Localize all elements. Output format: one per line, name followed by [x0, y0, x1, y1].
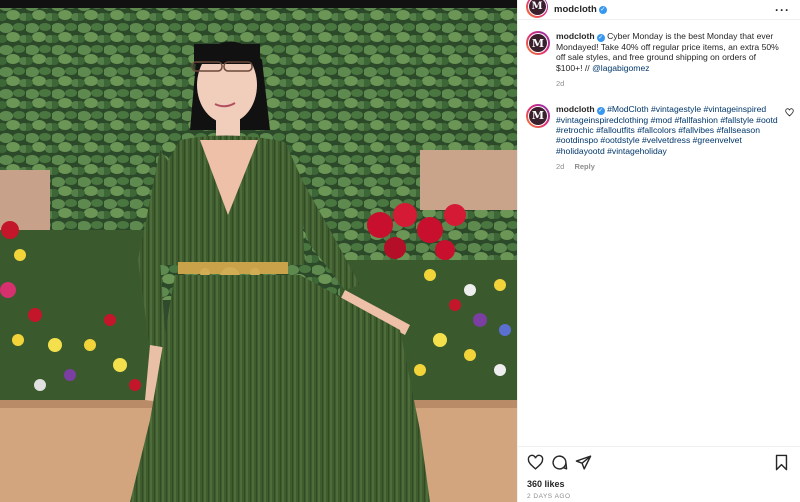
post-header: M modcloth ✓ ···: [518, 0, 800, 20]
mention-link[interactable]: @lagabigomez: [592, 63, 649, 73]
heart-icon[interactable]: [527, 454, 544, 471]
author-avatar[interactable]: M: [526, 0, 548, 18]
comment-author[interactable]: modcloth: [556, 104, 595, 114]
verified-badge-icon: ✓: [596, 34, 605, 42]
verified-badge-icon: ✓: [598, 5, 607, 14]
author-username[interactable]: modcloth: [554, 4, 597, 15]
caption-comment: M modcloth ✓ Cyber Monday is the best Mon…: [526, 31, 790, 90]
comments-list: M modcloth ✓ Cyber Monday is the best Mon…: [518, 21, 800, 446]
action-bar: [527, 453, 790, 471]
bookmark-icon[interactable]: [773, 454, 790, 471]
post-modal: M modcloth ✓ ··· M modcloth ✓ Cyber Monda…: [0, 0, 800, 502]
avatar-logo: M: [529, 34, 547, 52]
comment-body: modcloth ✓ #ModCloth #vintagestyle #vinta…: [556, 104, 790, 173]
hashtag-comment: M modcloth ✓ #ModCloth #vintagestyle #vin…: [526, 103, 794, 173]
comment-time[interactable]: 2d: [556, 162, 564, 171]
post-photo[interactable]: [0, 0, 517, 502]
post-sidebar: M modcloth ✓ ··· M modcloth ✓ Cyber Monda…: [517, 0, 800, 502]
verified-badge-icon: ✓: [596, 106, 605, 115]
likes-count[interactable]: 360 likes: [527, 479, 790, 489]
comment-time[interactable]: 2d: [556, 79, 564, 88]
avatar-logo: M: [529, 106, 547, 125]
avatar-logo: M: [528, 0, 546, 15]
more-options-icon[interactable]: ···: [775, 4, 790, 16]
comment-like-heart-icon[interactable]: [785, 107, 794, 117]
comment-avatar[interactable]: M: [526, 103, 550, 128]
comment-author[interactable]: modcloth: [556, 31, 595, 41]
share-icon[interactable]: [575, 454, 592, 471]
post-footer: 360 likes 2 DAYS AGO: [518, 446, 800, 502]
comment-avatar[interactable]: M: [526, 31, 550, 55]
post-image: [0, 0, 517, 502]
post-date[interactable]: 2 DAYS AGO: [527, 493, 790, 500]
reply-button[interactable]: Reply: [574, 162, 594, 171]
comment-body: modcloth ✓ Cyber Monday is the best Monda…: [556, 31, 790, 90]
comment-icon[interactable]: [551, 454, 568, 471]
